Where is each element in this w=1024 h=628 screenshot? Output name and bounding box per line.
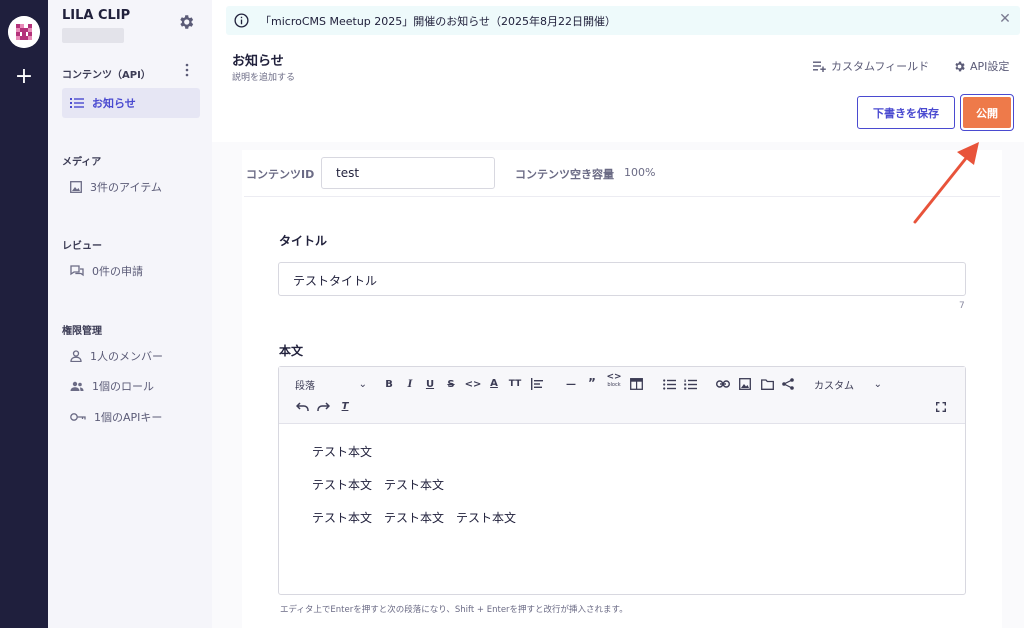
clear-format-icon[interactable]: T <box>338 398 352 414</box>
gear-icon <box>955 61 965 71</box>
body-paragraph: テスト本文 テスト本文 テスト本文 <box>312 511 517 525</box>
api-settings-button[interactable]: API設定 <box>953 58 1009 74</box>
contents-heading: コンテンツ（API） <box>62 70 151 81</box>
sidebar-item-label: 1個のAPIキー <box>94 411 163 424</box>
people-icon <box>70 381 84 391</box>
service-id-placeholder <box>62 28 124 43</box>
align-icon[interactable] <box>530 376 544 392</box>
close-icon[interactable]: ✕ <box>998 12 1012 26</box>
announcement-banner: 「microCMS Meetup 2025」開催のお知らせ（2025年8月22日… <box>226 6 1020 35</box>
add-description-link[interactable]: 説明を追加する <box>232 70 295 83</box>
fullscreen-icon[interactable] <box>934 399 948 415</box>
service-name: LILA CLIP <box>62 8 131 23</box>
add-service-icon[interactable]: + <box>13 66 35 88</box>
strikethrough-icon[interactable]: S <box>445 376 457 392</box>
chat-icon <box>70 265 84 277</box>
key-icon <box>70 413 86 421</box>
sidebar-item-members[interactable]: 1人のメンバー <box>62 341 200 371</box>
code-icon: <> <box>606 372 622 382</box>
editor-hint: エディタ上でEnterを押すと次の段落になり、Shift + Enterを押すと… <box>280 605 628 615</box>
image-insert-icon[interactable] <box>738 376 752 392</box>
inline-code-icon[interactable]: <> <box>465 376 482 392</box>
list-icon <box>70 98 84 108</box>
content-id-label: コンテンツID <box>246 168 315 181</box>
capacity-label: コンテンツ空き容量 <box>515 168 614 181</box>
body-field-label: 本文 <box>279 344 304 358</box>
sidebar-item-notices[interactable]: お知らせ <box>62 88 200 118</box>
custom-select-label: カスタム <box>814 380 854 392</box>
app-root: + LILA CLIP コンテンツ（API） お知らせ メディア 3件のアイテム… <box>0 0 1024 628</box>
editor-content[interactable]: テスト本文 テスト本文 テスト本文 テスト本文 テスト本文 テスト本文 <box>312 445 516 544</box>
sidebar-item-api-keys[interactable]: 1個のAPIキー <box>62 402 200 432</box>
sidebar-item-media[interactable]: 3件のアイテム <box>62 172 200 202</box>
media-heading: メディア <box>62 157 102 168</box>
save-draft-button[interactable]: 下書きを保存 <box>857 96 955 129</box>
custom-field-label: カスタムフィールド <box>831 60 930 73</box>
api-settings-label: API設定 <box>970 60 1010 73</box>
horizontal-rule-icon[interactable]: — <box>564 376 578 392</box>
chevron-down-icon: ⌄ <box>358 378 367 390</box>
sidebar-item-label: 1個のロール <box>92 380 154 393</box>
capacity-value: 100% <box>624 166 656 179</box>
redo-icon[interactable] <box>316 399 330 415</box>
bold-icon[interactable]: B <box>383 376 395 392</box>
body-paragraph: テスト本文 <box>312 445 373 459</box>
undo-icon[interactable] <box>295 399 309 415</box>
underline-icon[interactable]: U <box>424 376 436 392</box>
review-heading: レビュー <box>62 241 102 252</box>
sidebar: LILA CLIP コンテンツ（API） お知らせ メディア 3件のアイテム レ… <box>48 0 212 628</box>
code-block-label: block <box>607 382 621 388</box>
sidebar-item-label: 3件のアイテム <box>90 181 162 194</box>
sidebar-item-review[interactable]: 0件の申請 <box>62 256 200 286</box>
sidebar-item-label: 1人のメンバー <box>90 350 163 363</box>
sidebar-item-label: お知らせ <box>92 97 136 110</box>
list-add-icon <box>813 61 826 72</box>
custom-select[interactable]: カスタム ⌄ <box>814 376 882 392</box>
share-icon[interactable] <box>781 376 795 392</box>
title-field-label: タイトル <box>279 234 328 248</box>
service-logo-icon[interactable] <box>8 16 40 48</box>
permission-heading: 権限管理 <box>62 326 102 337</box>
person-icon <box>70 350 82 362</box>
global-rail: + <box>0 0 48 628</box>
title-char-count: 7 <box>959 301 965 311</box>
contents-menu-kebab-icon[interactable] <box>184 63 190 77</box>
image-icon <box>70 181 82 193</box>
numbered-list-icon[interactable] <box>683 376 697 392</box>
italic-icon[interactable]: I <box>404 376 416 392</box>
code-block-icon[interactable]: <> block <box>606 371 622 391</box>
annotation-arrow-icon <box>913 142 979 224</box>
sidebar-item-roles[interactable]: 1個のロール <box>62 371 200 401</box>
publish-button-focus-ring: 公開 <box>960 94 1014 131</box>
editor-toolbar: 段落 ⌄ B I U S <> A TT — ” <> block カスタム ⌄… <box>279 367 965 424</box>
service-settings-gear-icon[interactable] <box>177 13 195 31</box>
link-icon[interactable] <box>716 376 730 392</box>
folder-icon[interactable] <box>760 376 774 392</box>
paragraph-select[interactable]: 段落 ⌄ <box>295 376 367 392</box>
text-color-icon[interactable]: A <box>488 375 500 391</box>
paragraph-select-label: 段落 <box>295 380 315 392</box>
info-icon <box>234 13 249 28</box>
table-icon[interactable] <box>629 376 643 392</box>
font-size-icon[interactable]: TT <box>508 376 522 392</box>
publish-button[interactable]: 公開 <box>963 97 1011 128</box>
chevron-down-icon: ⌄ <box>873 378 882 390</box>
divider <box>244 196 1000 197</box>
blockquote-icon[interactable]: ” <box>586 375 598 391</box>
custom-field-button[interactable]: カスタムフィールド <box>813 58 929 74</box>
sidebar-item-label: 0件の申請 <box>92 265 143 278</box>
body-paragraph: テスト本文 テスト本文 <box>312 478 445 492</box>
page-title: お知らせ <box>232 54 284 69</box>
bullet-list-icon[interactable] <box>662 376 676 392</box>
content-id-input[interactable]: test <box>321 157 495 189</box>
rich-text-editor: 段落 ⌄ B I U S <> A TT — ” <> block カスタム ⌄… <box>278 366 966 595</box>
title-input[interactable]: テストタイトル <box>278 262 966 296</box>
banner-text[interactable]: 「microCMS Meetup 2025」開催のお知らせ（2025年8月22日… <box>260 13 616 29</box>
